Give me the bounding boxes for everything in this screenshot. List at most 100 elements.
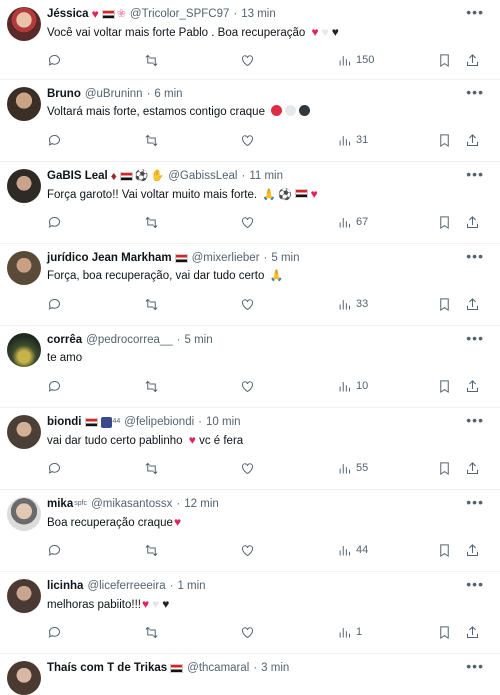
share-button[interactable] (465, 294, 480, 314)
avatar[interactable] (7, 333, 41, 367)
bookmark-button[interactable] (437, 294, 452, 314)
timestamp[interactable]: 3 min (261, 660, 289, 676)
user-handle[interactable]: @thcamaral (187, 660, 249, 676)
tweet[interactable]: corrêa @pedrocorrea__ · 5 min te amo •••… (0, 326, 500, 408)
more-icon[interactable]: ••• (466, 5, 484, 19)
share-button[interactable] (465, 130, 480, 150)
like-button[interactable] (240, 376, 255, 396)
tweet[interactable]: Thaís com T de Trikas @thcamaral · 3 min… (0, 654, 500, 695)
avatar[interactable] (7, 415, 41, 449)
avatar[interactable] (7, 251, 41, 285)
share-button[interactable] (465, 540, 480, 560)
reply-button[interactable] (47, 50, 62, 70)
reply-button[interactable] (47, 458, 62, 478)
views-button[interactable]: 1 (337, 622, 362, 642)
display-name[interactable]: mika (47, 496, 73, 512)
timestamp[interactable]: 5 min (271, 250, 299, 266)
retweet-button[interactable] (144, 540, 159, 560)
share-button[interactable] (465, 376, 480, 396)
reply-button[interactable] (47, 622, 62, 642)
like-button[interactable] (240, 294, 255, 314)
display-name[interactable]: biondi (47, 414, 82, 430)
avatar[interactable] (7, 661, 41, 695)
like-button[interactable] (240, 622, 255, 642)
display-name[interactable]: licinha (47, 578, 83, 594)
tweet[interactable]: Jéssica ♥ ❀ @Tricolor_SPFC97 · 13 min Vo… (0, 0, 500, 80)
more-icon[interactable]: ••• (466, 659, 484, 673)
share-button[interactable] (465, 50, 480, 70)
retweet-button[interactable] (144, 458, 159, 478)
more-icon[interactable]: ••• (466, 331, 484, 345)
reply-button[interactable] (47, 130, 62, 150)
user-handle[interactable]: @mikasantossx (91, 496, 172, 512)
bookmark-button[interactable] (437, 50, 452, 70)
more-icon[interactable]: ••• (466, 167, 484, 181)
bookmark-button[interactable] (437, 540, 452, 560)
user-handle[interactable]: @Tricolor_SPFC97 (130, 6, 229, 22)
timestamp[interactable]: 12 min (184, 496, 219, 512)
timestamp[interactable]: 10 min (206, 414, 241, 430)
avatar[interactable] (7, 169, 41, 203)
views-button[interactable]: 33 (337, 294, 368, 314)
retweet-button[interactable] (144, 130, 159, 150)
like-button[interactable] (240, 212, 255, 232)
timestamp[interactable]: 5 min (185, 332, 213, 348)
share-button[interactable] (465, 458, 480, 478)
display-name[interactable]: Jéssica (47, 6, 89, 22)
views-button[interactable]: 55 (337, 458, 368, 478)
display-name[interactable]: Bruno (47, 86, 81, 102)
share-button[interactable] (465, 212, 480, 232)
more-icon[interactable]: ••• (466, 495, 484, 509)
user-handle[interactable]: @felipebiondi (124, 414, 194, 430)
like-button[interactable] (240, 458, 255, 478)
bookmark-button[interactable] (437, 376, 452, 396)
reply-button[interactable] (47, 212, 62, 232)
reply-button[interactable] (47, 540, 62, 560)
tweet[interactable]: mika spfc @mikasantossx · 12 min Boa rec… (0, 490, 500, 572)
like-button[interactable] (240, 50, 255, 70)
display-name[interactable]: Thaís com T de Trikas (47, 660, 167, 676)
timestamp[interactable]: 6 min (154, 86, 182, 102)
retweet-button[interactable] (144, 622, 159, 642)
display-name[interactable]: corrêa (47, 332, 82, 348)
user-handle[interactable]: @GabissLeal (168, 168, 237, 184)
avatar[interactable] (7, 7, 41, 41)
more-icon[interactable]: ••• (466, 577, 484, 591)
timestamp[interactable]: 11 min (249, 168, 283, 184)
tweet[interactable]: licinha @liceferreeeira · 1 min melhoras… (0, 572, 500, 654)
user-handle[interactable]: @liceferreeeira (87, 578, 165, 594)
user-handle[interactable]: @uBruninn (85, 86, 143, 102)
retweet-button[interactable] (144, 376, 159, 396)
bookmark-button[interactable] (437, 622, 452, 642)
reply-button[interactable] (47, 376, 62, 396)
retweet-button[interactable] (144, 212, 159, 232)
display-name[interactable]: jurídico Jean Markham (47, 250, 172, 266)
bookmark-button[interactable] (437, 212, 452, 232)
timestamp[interactable]: 13 min (241, 6, 276, 22)
avatar[interactable] (7, 87, 41, 121)
user-handle[interactable]: @mixerlieber (192, 250, 260, 266)
views-button[interactable]: 150 (337, 50, 374, 70)
timestamp[interactable]: 1 min (177, 578, 205, 594)
reply-button[interactable] (47, 294, 62, 314)
tweet[interactable]: biondi 44 @felipebiondi · 10 min vai dar… (0, 408, 500, 490)
bookmark-button[interactable] (437, 458, 452, 478)
bookmark-button[interactable] (437, 130, 452, 150)
avatar[interactable] (7, 579, 41, 613)
more-icon[interactable]: ••• (466, 85, 484, 99)
more-icon[interactable]: ••• (466, 249, 484, 263)
retweet-button[interactable] (144, 294, 159, 314)
share-button[interactable] (465, 622, 480, 642)
display-name[interactable]: GaBIS Leal (47, 168, 108, 184)
like-button[interactable] (240, 130, 255, 150)
views-button[interactable]: 44 (337, 540, 368, 560)
views-button[interactable]: 31 (337, 130, 368, 150)
user-handle[interactable]: @pedrocorrea__ (86, 332, 172, 348)
views-button[interactable]: 10 (337, 376, 368, 396)
retweet-button[interactable] (144, 50, 159, 70)
tweet[interactable]: jurídico Jean Markham @mixerlieber · 5 m… (0, 244, 500, 326)
tweet[interactable]: GaBIS Leal ♦ ⚽ ✋ @GabissLeal · 11 min Fo… (0, 162, 500, 244)
tweet[interactable]: Bruno @uBruninn · 6 min Voltará mais for… (0, 80, 500, 162)
like-button[interactable] (240, 540, 255, 560)
more-icon[interactable]: ••• (466, 413, 484, 427)
